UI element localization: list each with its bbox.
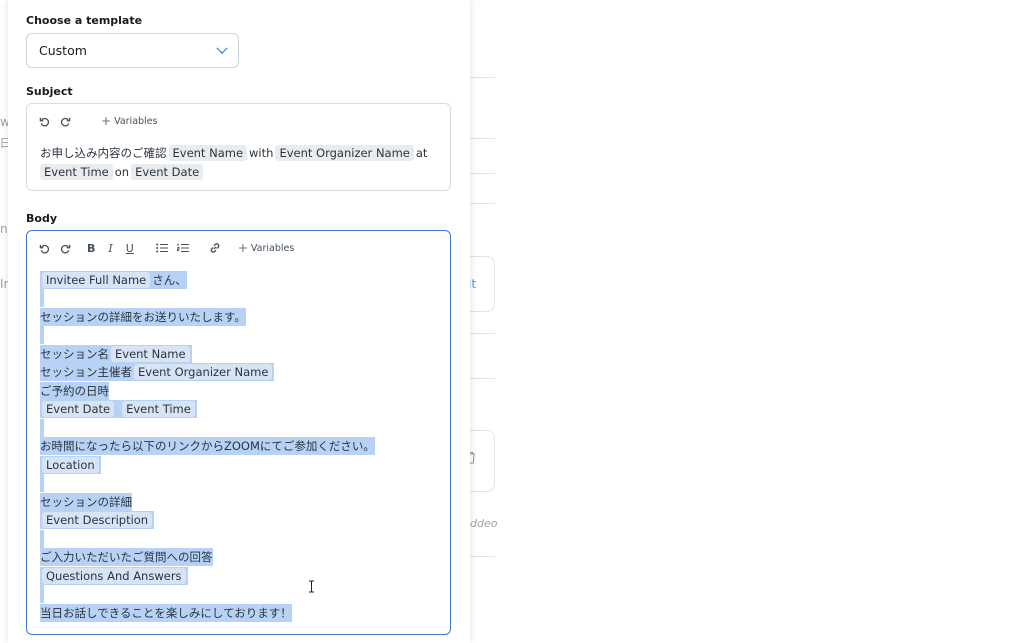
body-editor[interactable]: B I U + Variables Invitee Full Name さん、 <box>26 230 451 635</box>
body-line: セッションの詳細をお送りいたします。 <box>40 308 246 326</box>
underline-button[interactable]: U <box>126 241 134 255</box>
edit-email-drawer: Choose a template Custom Subject + Varia… <box>8 0 470 643</box>
body-empty-line <box>40 530 44 548</box>
redo-icon[interactable] <box>60 241 71 255</box>
variable-chip[interactable]: Location <box>42 457 99 473</box>
body-text: セッションの詳細 <box>40 495 132 509</box>
bg-divider <box>470 173 495 174</box>
template-select-value: Custom <box>39 43 87 58</box>
subject-label: Subject <box>26 85 73 98</box>
body-toolbar: B I U + Variables <box>39 241 294 255</box>
body-empty-line <box>40 326 44 344</box>
body-text: セッション名 <box>40 347 109 361</box>
subject-text: on <box>114 165 130 179</box>
undo-icon[interactable] <box>39 114 50 128</box>
plus-icon: + <box>237 241 248 255</box>
body-line: お時間になったら以下のリンクからZOOMにてご参加ください。 <box>40 437 375 455</box>
template-label: Choose a template <box>26 14 143 27</box>
variable-chip[interactable]: Questions And Answers <box>42 568 186 584</box>
text-cursor-icon <box>308 580 315 597</box>
subject-text: with <box>249 146 274 160</box>
bg-clipped-text: 曰 <box>0 136 8 150</box>
subject-editor[interactable]: + Variables お申し込み内容のご確認 Event Name with … <box>26 103 451 191</box>
body-line: 当日お話しできることを楽しみにしております！ <box>40 604 292 622</box>
body-text: ご予約の日時 <box>40 384 109 398</box>
body-line: Invitee Full Name さん、 <box>40 271 187 289</box>
bg-divider <box>470 333 495 334</box>
bold-button[interactable]: B <box>87 241 95 255</box>
body-text: セッションの詳細をお送りいたします。 <box>40 310 246 324</box>
link-icon[interactable] <box>209 241 221 255</box>
variable-chip[interactable]: Event Time <box>122 401 195 417</box>
subject-text: お申し込み内容のご確認 <box>40 146 167 160</box>
bulleted-list-icon[interactable] <box>156 241 168 255</box>
body-line: Event Description <box>40 511 155 529</box>
body-line: セッション主催者 Event Organizer Name <box>40 363 275 381</box>
body-label: Body <box>26 212 57 225</box>
variables-label: Variables <box>250 242 295 254</box>
body-text: さん、 <box>152 273 187 287</box>
bg-clipped-text: ne <box>0 222 8 236</box>
plus-icon: + <box>101 114 112 128</box>
variable-chip[interactable]: Event Description <box>42 512 153 528</box>
body-line: セッションの詳細 <box>40 493 132 511</box>
body-empty-line <box>40 474 44 492</box>
numbered-list-icon[interactable] <box>176 241 189 255</box>
body-text: ご入力いただいたご質問への回答 <box>40 550 213 564</box>
variables-label: Variables <box>114 115 158 127</box>
chevron-down-icon <box>216 42 228 54</box>
variable-chip[interactable]: Event Date <box>131 164 204 180</box>
bg-divider <box>470 378 495 379</box>
body-line: ご入力いただいたご質問への回答 <box>40 548 213 566</box>
italic-button[interactable]: I <box>108 241 112 255</box>
body-empty-line <box>40 585 44 603</box>
redo-icon[interactable] <box>60 114 71 128</box>
body-empty-line <box>40 289 44 307</box>
bg-divider <box>470 77 495 78</box>
body-text: お時間になったら以下のリンクからZOOMにてご参加ください。 <box>40 439 375 453</box>
variable-chip[interactable]: Invitee Full Name <box>42 272 151 288</box>
body-line: Location <box>40 456 101 474</box>
bg-divider <box>470 138 495 139</box>
body-line: セッション名 Event Name <box>40 345 192 363</box>
body-line: Questions And Answers <box>40 567 188 585</box>
body-line: ご予約の日時 <box>40 382 109 400</box>
variable-chip[interactable]: Event Organizer Name <box>275 145 414 161</box>
subject-toolbar: + Variables <box>39 114 157 128</box>
body-variables-button[interactable]: + Variables <box>238 242 294 254</box>
body-text: 当日お話しできることを楽しみにしております！ <box>40 606 292 620</box>
subject-text: at <box>415 146 428 160</box>
variable-chip[interactable]: Event Name <box>111 346 190 362</box>
body-line: Event Date Event Time <box>40 400 197 418</box>
body-text: セッション主催者 <box>40 365 132 379</box>
variable-chip[interactable]: Event Time <box>40 164 113 180</box>
undo-icon[interactable] <box>39 241 50 255</box>
body-empty-line <box>40 419 44 437</box>
bg-clipped-text: Ir <box>0 277 8 291</box>
variable-chip[interactable]: Event Date <box>42 401 115 417</box>
template-select[interactable]: Custom <box>26 33 239 68</box>
bg-clipped-text: ddeo <box>470 517 498 530</box>
variable-chip[interactable]: Event Organizer Name <box>134 364 273 380</box>
bg-divider <box>470 203 495 204</box>
subject-variables-button[interactable]: + Variables <box>101 115 157 127</box>
bg-clipped-text: w <box>0 115 8 129</box>
variable-chip[interactable]: Event Name <box>168 145 248 161</box>
bg-divider <box>470 556 495 557</box>
